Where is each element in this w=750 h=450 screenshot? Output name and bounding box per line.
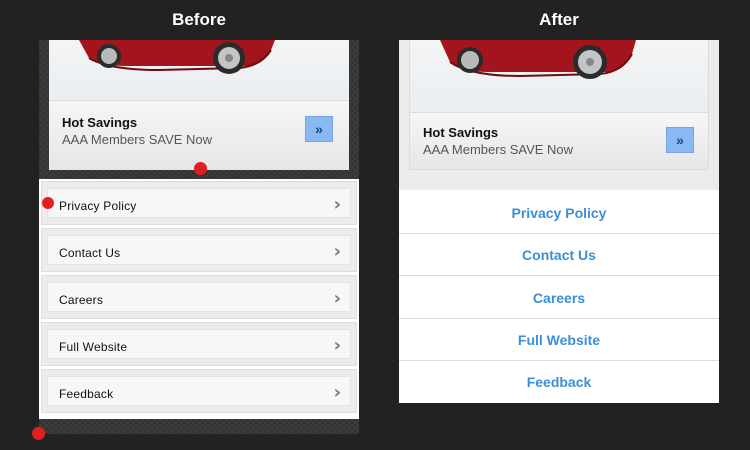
ad-subtitle: AAA Members SAVE Now <box>62 132 213 147</box>
chevron-right-icon: › <box>333 241 341 262</box>
chevron-right-icon: › <box>333 194 341 215</box>
red-dot-marker <box>32 427 45 440</box>
red-dot-marker <box>42 197 54 209</box>
menu-link-careers[interactable]: Careers <box>399 277 719 319</box>
menu-item-careers[interactable]: Careers › <box>41 275 357 319</box>
ad-banner[interactable]: Hot Savings AAA Members SAVE Now » <box>409 40 709 170</box>
double-chevron-icon[interactable]: » <box>305 116 333 142</box>
menu-link-full-website[interactable]: Full Website <box>399 319 719 361</box>
ad-text-area: Hot Savings AAA Members SAVE Now » <box>410 112 708 169</box>
menu-item-label: Contact Us <box>59 246 121 260</box>
menu-item-label: Feedback <box>59 387 114 401</box>
ad-subtitle: AAA Members SAVE Now <box>423 142 574 157</box>
menu-item-feedback[interactable]: Feedback › <box>41 369 357 413</box>
menu-item-full-website[interactable]: Full Website › <box>41 322 357 366</box>
menu-item-label: Careers <box>59 293 104 307</box>
ad-title: Hot Savings <box>423 125 499 140</box>
chevron-right-icon: › <box>333 382 341 403</box>
menu-link-privacy-policy[interactable]: Privacy Policy <box>399 192 719 234</box>
double-chevron-icon[interactable]: » <box>666 127 694 153</box>
before-menu-list: Privacy Policy › Contact Us › Careers › … <box>39 179 359 419</box>
menu-item-label: Full Website <box>59 340 128 354</box>
menu-link-contact-us[interactable]: Contact Us <box>399 234 719 276</box>
menu-link-feedback[interactable]: Feedback <box>399 361 719 403</box>
ad-title: Hot Savings <box>62 115 138 130</box>
after-panel: Hot Savings AAA Members SAVE Now » Priva… <box>399 40 719 403</box>
ad-text-area: Hot Savings AAA Members SAVE Now » <box>49 100 349 170</box>
menu-item-privacy-policy[interactable]: Privacy Policy › <box>41 181 357 225</box>
before-heading: Before <box>172 10 226 29</box>
chevron-right-icon: › <box>333 335 341 356</box>
red-dot-marker <box>194 162 207 175</box>
menu-item-label: Privacy Policy <box>59 199 137 213</box>
ad-container: Hot Savings AAA Members SAVE Now » <box>399 40 719 190</box>
chevron-right-icon: › <box>333 288 341 309</box>
car-image <box>410 40 708 112</box>
ad-banner[interactable]: Hot Savings AAA Members SAVE Now » <box>49 40 349 170</box>
menu-item-contact-us[interactable]: Contact Us › <box>41 228 357 272</box>
car-image <box>49 40 349 100</box>
after-heading: After <box>539 10 579 29</box>
before-panel: Hot Savings AAA Members SAVE Now » Priva… <box>39 40 359 434</box>
